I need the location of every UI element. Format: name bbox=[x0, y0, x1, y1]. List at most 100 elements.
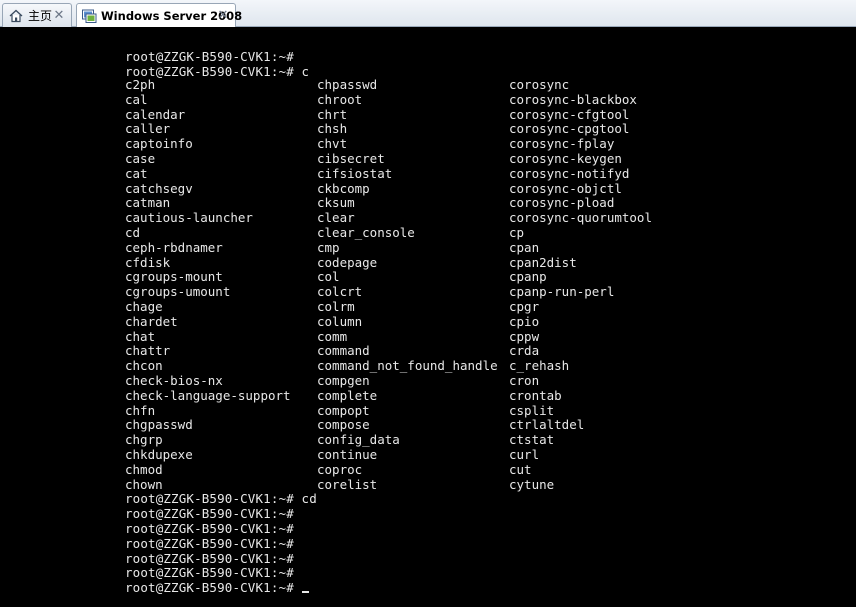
completion-item: cmp bbox=[317, 239, 340, 255]
completion-item: cgroups-umount bbox=[125, 284, 231, 300]
tab-windows-server-2008[interactable]: Windows Server 2008 ✕ bbox=[76, 3, 242, 28]
completion-item: clear bbox=[317, 210, 355, 226]
completion-item: catman bbox=[125, 195, 171, 211]
completion-item: check-language-support bbox=[125, 387, 291, 403]
completion-item: chcon bbox=[125, 358, 163, 374]
completion-item: chgpasswd bbox=[125, 417, 193, 433]
completion-item: corosync-quorumtool bbox=[509, 210, 652, 226]
completion-column-3: corosync corosync-blackbox corosync-cfgtoo… bbox=[509, 77, 652, 492]
completion-item: cpanp bbox=[509, 269, 547, 285]
completion-item: captoinfo bbox=[125, 136, 193, 152]
completion-item: crda bbox=[509, 343, 540, 359]
tab-bar: 主页 ✕ Windows Server 2008 ✕ bbox=[0, 0, 856, 28]
completion-item: case bbox=[125, 150, 156, 166]
completion-item: cpan bbox=[509, 239, 540, 255]
tab-home[interactable]: 主页 ✕ bbox=[2, 3, 72, 27]
completion-item: cibsecret bbox=[317, 150, 385, 166]
completion-column-1: c2ph cal calendar caller captoinfo case cat cat… bbox=[125, 77, 291, 492]
console-window: 主页 ✕ Windows Server 2008 ✕ root@ZZGK-B59… bbox=[0, 0, 856, 607]
completion-item: corosync-cpgtool bbox=[509, 121, 630, 137]
completion-item: check-bios-nx bbox=[125, 372, 223, 388]
completion-item: col bbox=[317, 269, 340, 285]
completion-item: cpgr bbox=[509, 298, 540, 314]
completion-item: cgroups-mount bbox=[125, 269, 223, 285]
completion-item: chpasswd bbox=[317, 77, 378, 92]
completion-item: csplit bbox=[509, 402, 555, 418]
completion-item: cifsiostat bbox=[317, 165, 393, 181]
close-icon[interactable]: ✕ bbox=[52, 8, 66, 22]
prompt-line: root@ZZGK-B590-CVK1:~# bbox=[125, 536, 294, 551]
completion-item: corosync-cfgtool bbox=[509, 106, 630, 122]
close-icon[interactable]: ✕ bbox=[216, 8, 230, 22]
text-cursor bbox=[301, 591, 309, 593]
prompt-line: root@ZZGK-B590-CVK1:~# bbox=[125, 551, 294, 566]
completion-item: chkdupexe bbox=[125, 446, 193, 462]
completion-item: column bbox=[317, 313, 363, 329]
completion-item: corosync-objctl bbox=[509, 180, 622, 196]
prompt-line: root@ZZGK-B590-CVK1:~# bbox=[125, 49, 294, 64]
prompt-line: root@ZZGK-B590-CVK1:~# bbox=[125, 565, 294, 580]
completion-item: cat bbox=[125, 165, 148, 181]
prompt-line-current: root@ZZGK-B590-CVK1:~# bbox=[125, 580, 309, 595]
completion-item: clear_console bbox=[317, 224, 415, 240]
completion-item: cksum bbox=[317, 195, 355, 211]
completion-item: chage bbox=[125, 298, 163, 314]
completion-item: cppw bbox=[509, 328, 540, 344]
completion-item: compose bbox=[317, 417, 370, 433]
completion-item: cpio bbox=[509, 313, 540, 329]
completion-item: catchsegv bbox=[125, 180, 193, 196]
completion-item: caller bbox=[125, 121, 171, 137]
completion-item: colcrt bbox=[317, 284, 363, 300]
completion-item: coproc bbox=[317, 461, 363, 477]
home-icon bbox=[8, 8, 24, 24]
completion-item: cautious-launcher bbox=[125, 210, 253, 226]
completion-item: chgrp bbox=[125, 432, 163, 448]
completion-item: corosync-blackbox bbox=[509, 91, 637, 107]
completion-item: colrm bbox=[317, 298, 355, 314]
completion-item: ckbcomp bbox=[317, 180, 370, 196]
completion-item: continue bbox=[317, 446, 378, 462]
completion-item: config_data bbox=[317, 432, 400, 448]
prompt-line: root@ZZGK-B590-CVK1:~# bbox=[125, 521, 294, 536]
completion-item: cp bbox=[509, 224, 525, 240]
completion-item: command bbox=[317, 343, 370, 359]
prompt-line: root@ZZGK-B590-CVK1:~# cd bbox=[125, 491, 317, 506]
completion-item: ctrlaltdel bbox=[509, 417, 585, 433]
completion-item: chrt bbox=[317, 106, 348, 122]
completion-item: c2ph bbox=[125, 77, 156, 92]
completion-item: compopt bbox=[317, 402, 370, 418]
completion-item: corosync-fplay bbox=[509, 136, 615, 152]
vm-console-icon bbox=[82, 8, 97, 24]
completion-item: chsh bbox=[317, 121, 348, 137]
terminal-console[interactable]: root@ZZGK-B590-CVK1:~# root@ZZGK-B590-CV… bbox=[0, 27, 856, 607]
completion-item: curl bbox=[509, 446, 540, 462]
completion-item: corosync-pload bbox=[509, 195, 615, 211]
completion-column-2: chpasswd chroot chrt chsh chvt cibsecret cifsi… bbox=[317, 77, 498, 492]
completion-item: crontab bbox=[509, 387, 562, 403]
completion-item: chmod bbox=[125, 461, 163, 477]
completion-item: complete bbox=[317, 387, 378, 403]
completion-item: cfdisk bbox=[125, 254, 171, 270]
completion-item: cron bbox=[509, 372, 540, 388]
completion-item: command_not_found_handle bbox=[317, 358, 498, 374]
completion-item: comm bbox=[317, 328, 348, 344]
prompt-line: root@ZZGK-B590-CVK1:~# bbox=[125, 506, 294, 521]
prompt-text: root@ZZGK-B590-CVK1:~# bbox=[125, 580, 294, 595]
completion-item: codepage bbox=[317, 254, 378, 270]
completion-item: chfn bbox=[125, 402, 156, 418]
completion-item: chardet bbox=[125, 313, 178, 329]
completion-item: cpanp-run-perl bbox=[509, 284, 615, 300]
completion-item: cpan2dist bbox=[509, 254, 577, 270]
completion-item: corosync-notifyd bbox=[509, 165, 630, 181]
completion-item: ceph-rbdnamer bbox=[125, 239, 223, 255]
completion-item: corosync bbox=[509, 77, 570, 92]
completion-item: cut bbox=[509, 461, 532, 477]
completion-item: chvt bbox=[317, 136, 348, 152]
completion-item: cd bbox=[125, 224, 141, 240]
tab-home-label: 主页 bbox=[28, 9, 53, 23]
completion-item: chattr bbox=[125, 343, 171, 359]
completion-item: chroot bbox=[317, 91, 363, 107]
completion-item: ctstat bbox=[509, 432, 555, 448]
completion-item: c_rehash bbox=[509, 358, 570, 374]
completion-item: cal bbox=[125, 91, 148, 107]
